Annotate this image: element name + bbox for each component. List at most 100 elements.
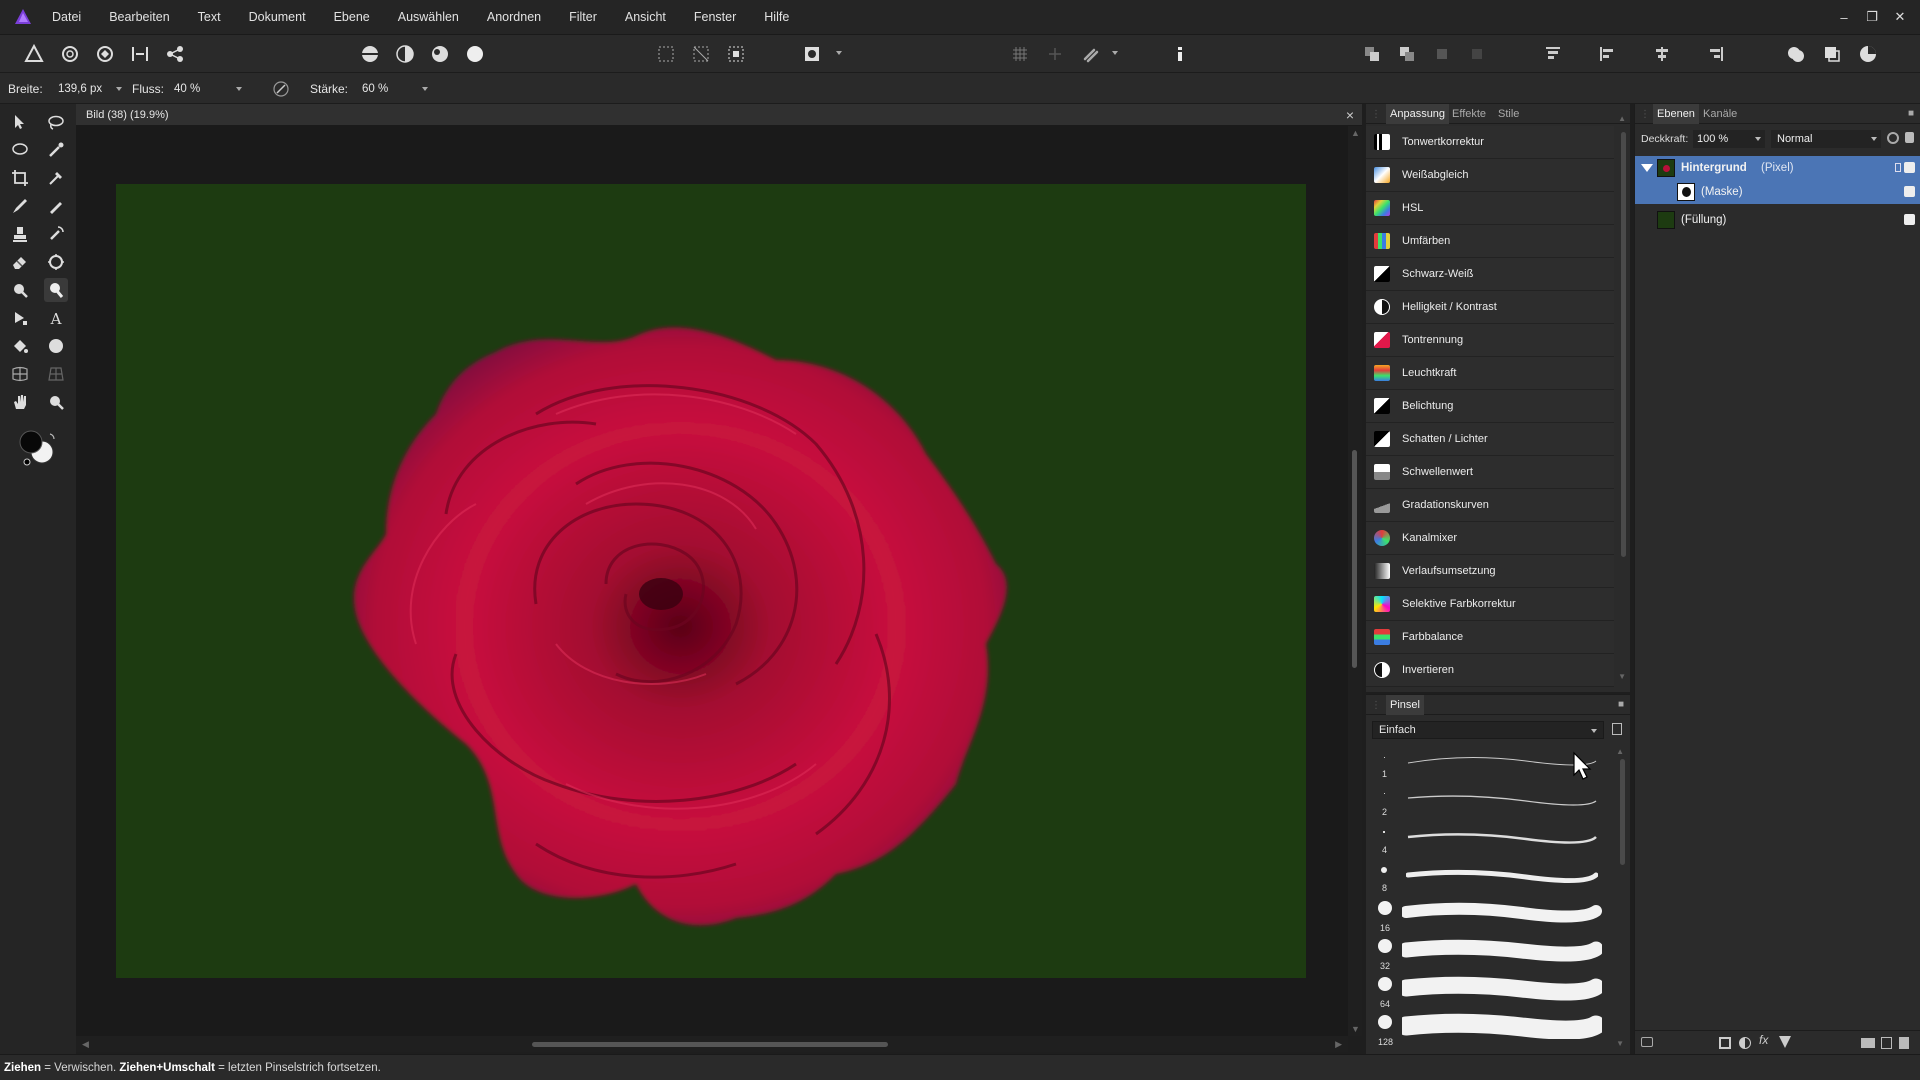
smudge-brush-tool-icon[interactable]: [44, 278, 68, 302]
quick-mask-icon[interactable]: [802, 44, 822, 64]
auto-white-balance-icon[interactable]: [465, 44, 485, 64]
adjustment-shadows-highlights[interactable]: Schatten / Lichter: [1366, 423, 1614, 456]
arrange-back-icon[interactable]: [1467, 44, 1487, 64]
dodge-brush-tool-icon[interactable]: [44, 250, 68, 274]
color-swatches[interactable]: [18, 430, 58, 470]
node-tool-icon[interactable]: [8, 306, 32, 330]
adjustments-scroll-down-icon[interactable]: ▼: [1618, 672, 1626, 681]
menu-text[interactable]: Text: [184, 0, 235, 34]
brushes-scroll-up-icon[interactable]: ▲: [1616, 747, 1624, 756]
close-document-icon[interactable]: ×: [1346, 104, 1354, 126]
adjustment-curves[interactable]: Gradationskurven: [1366, 489, 1614, 522]
align-right-icon[interactable]: [1706, 44, 1726, 64]
brush-category-select[interactable]: Einfach: [1372, 721, 1604, 739]
horizontal-scroll-thumb[interactable]: [532, 1042, 888, 1047]
tab-ebenen[interactable]: Ebenen: [1653, 104, 1699, 124]
brush-preset[interactable]: 2: [1366, 785, 1614, 823]
menu-anordnen[interactable]: Anordnen: [473, 0, 555, 34]
adjustment-hsl[interactable]: HSL: [1366, 192, 1614, 225]
layer-stack-icon[interactable]: [1641, 1037, 1653, 1047]
adjustment-posterize[interactable]: Tontrennung: [1366, 324, 1614, 357]
menu-filter[interactable]: Filter: [555, 0, 611, 34]
adjustment-exposure[interactable]: Belichtung: [1366, 390, 1614, 423]
align-left-icon[interactable]: [1597, 44, 1617, 64]
arrange-front-icon[interactable]: [1362, 44, 1382, 64]
selection-brush-tool-icon[interactable]: [44, 138, 68, 162]
zoom-tool-icon[interactable]: [44, 390, 68, 414]
brush-preset[interactable]: 32: [1366, 937, 1614, 975]
auto-contrast-icon[interactable]: [395, 44, 415, 64]
clone-brush-tool-icon[interactable]: [8, 222, 32, 246]
flow-dropdown-icon[interactable]: [236, 87, 242, 91]
quick-mask-dropdown-icon[interactable]: [836, 51, 842, 55]
freehand-selection-tool-icon[interactable]: [44, 110, 68, 134]
adjustment-brightness-contrast[interactable]: Helligkeit / Kontrast: [1366, 291, 1614, 324]
fill-tool-icon[interactable]: [8, 334, 32, 358]
layer-row[interactable]: (Maske): [1635, 180, 1920, 204]
affinity-photo-logo-icon[interactable]: [14, 8, 32, 26]
crop-tool-icon[interactable]: [8, 166, 32, 190]
flow-input[interactable]: 40 %: [170, 80, 242, 98]
blend-options-gear-icon[interactable]: [1887, 132, 1899, 144]
auto-colors-icon[interactable]: [430, 44, 450, 64]
paint-brush-tool-icon[interactable]: [8, 194, 32, 218]
deselect-icon[interactable]: [691, 44, 711, 64]
opacity-dropdown-icon[interactable]: [1755, 137, 1761, 141]
scroll-up-icon[interactable]: ▲: [1351, 128, 1360, 138]
menu-ansicht[interactable]: Ansicht: [611, 0, 680, 34]
develop-persona-icon[interactable]: [95, 44, 115, 64]
brushes-scrollbar[interactable]: [1620, 759, 1625, 865]
view-tool-icon[interactable]: [8, 390, 32, 414]
brush-options-icon[interactable]: [1612, 723, 1622, 735]
document-tab[interactable]: Bild (38) (19.9%) ×: [76, 104, 1362, 126]
blend-mode-select[interactable]: Normal: [1771, 130, 1881, 148]
mask-layer-icon[interactable]: [1719, 1037, 1731, 1049]
export-persona-icon[interactable]: [165, 44, 185, 64]
layer-visibility-checkbox[interactable]: [1904, 186, 1915, 197]
tab-anpassung[interactable]: Anpassung: [1386, 104, 1450, 124]
boolean-intersect-icon[interactable]: [1858, 44, 1878, 64]
menu-fenster[interactable]: Fenster: [680, 0, 750, 34]
brushes-scroll-down-icon[interactable]: ▼: [1616, 1039, 1624, 1048]
layer-row[interactable]: Hintergrund (Pixel): [1635, 156, 1920, 180]
invert-selection-icon[interactable]: [726, 44, 746, 64]
panel-menu-icon[interactable]: ■: [1618, 699, 1624, 710]
delete-layer-icon[interactable]: [1899, 1037, 1909, 1049]
boolean-subtract-icon[interactable]: [1822, 44, 1842, 64]
text-tool-icon[interactable]: A: [44, 306, 68, 330]
menu-hilfe[interactable]: Hilfe: [750, 0, 803, 34]
snapping-options-icon[interactable]: [1045, 44, 1065, 64]
adjustment-invert[interactable]: Invertieren: [1366, 654, 1614, 687]
tab-pinsel[interactable]: Pinsel: [1386, 695, 1424, 715]
menu-auswaehlen[interactable]: Auswählen: [384, 0, 473, 34]
arrange-backward-icon[interactable]: [1432, 44, 1452, 64]
snapping-icon[interactable]: [1010, 44, 1030, 64]
adjustment-selective-color[interactable]: Selektive Farbkorrektur: [1366, 588, 1614, 621]
group-folder-icon[interactable]: [1861, 1038, 1875, 1048]
strength-input[interactable]: 60 %: [358, 80, 430, 98]
document-image[interactable]: [116, 184, 1306, 978]
brush-preset[interactable]: 4: [1366, 823, 1614, 861]
adjustment-white-balance[interactable]: Weißabgleich: [1366, 159, 1614, 192]
layer-visibility-checkbox[interactable]: [1904, 214, 1915, 225]
adjustments-scroll-up-icon[interactable]: ▲: [1618, 114, 1626, 123]
scroll-left-icon[interactable]: ◀: [82, 1039, 89, 1050]
brush-preset[interactable]: 16: [1366, 899, 1614, 937]
pressure-icon[interactable]: [272, 80, 290, 98]
undo-brush-tool-icon[interactable]: [44, 222, 68, 246]
adjustment-threshold[interactable]: Schwellenwert: [1366, 456, 1614, 489]
arrange-forward-icon[interactable]: [1397, 44, 1417, 64]
brush-preset[interactable]: 64: [1366, 975, 1614, 1013]
color-picker-tool-icon[interactable]: [44, 166, 68, 190]
menu-bearbeiten[interactable]: Bearbeiten: [95, 0, 183, 34]
add-pixel-layer-icon[interactable]: [1881, 1037, 1892, 1049]
shape-tool-icon[interactable]: [44, 334, 68, 358]
panel-grip-icon[interactable]: ⋮: [1371, 109, 1381, 120]
panel-grip-icon[interactable]: ⋮: [1371, 700, 1381, 711]
adjustment-vibrance[interactable]: Leuchtkraft: [1366, 357, 1614, 390]
perspective-tool-icon[interactable]: [44, 362, 68, 386]
scroll-down-icon[interactable]: ▼: [1351, 1024, 1360, 1034]
vertical-scrollbar[interactable]: ▲ ▼: [1348, 126, 1362, 1036]
tab-effekte[interactable]: Effekte: [1452, 104, 1486, 124]
assistant-icon[interactable]: [1170, 44, 1190, 64]
